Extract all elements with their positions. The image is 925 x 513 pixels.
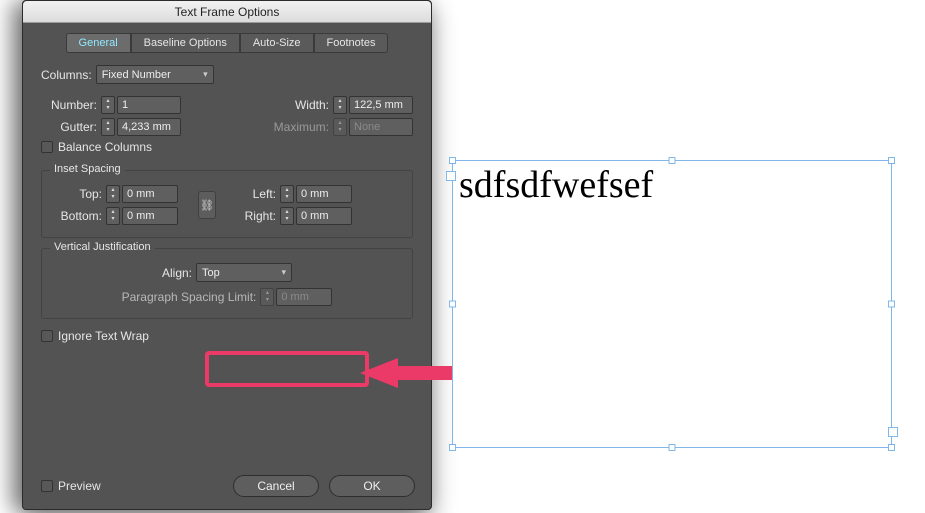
gutter-stepper[interactable]: ▴▾ bbox=[101, 118, 115, 136]
annotation-highlight bbox=[205, 351, 369, 387]
inset-bottom-field[interactable] bbox=[122, 207, 178, 225]
para-limit-field bbox=[276, 288, 332, 306]
align-label: Align: bbox=[162, 266, 192, 280]
preview-label: Preview bbox=[58, 479, 101, 493]
gutter-label: Gutter: bbox=[41, 120, 97, 134]
link-icon[interactable]: ⛓ bbox=[198, 191, 216, 219]
inset-top-stepper[interactable]: ▴▾ bbox=[106, 185, 120, 203]
handle-top-center[interactable] bbox=[669, 157, 676, 164]
inset-bottom-label: Bottom: bbox=[54, 209, 102, 223]
in-port-icon[interactable] bbox=[446, 171, 456, 181]
vertical-justification-group: Vertical Justification Align: Top ▾ Para… bbox=[41, 248, 413, 319]
inset-right-field[interactable] bbox=[296, 207, 352, 225]
text-frame[interactable]: sdfsdfwefsef bbox=[452, 160, 892, 448]
inset-right-label: Right: bbox=[236, 209, 276, 223]
inset-left-stepper[interactable]: ▴▾ bbox=[280, 185, 294, 203]
align-value: Top bbox=[202, 267, 220, 279]
tab-general[interactable]: General bbox=[66, 33, 131, 53]
balance-columns-label: Balance Columns bbox=[58, 140, 152, 154]
chevron-down-icon: ▾ bbox=[281, 267, 286, 278]
handle-bottom-center[interactable] bbox=[669, 444, 676, 451]
width-label: Width: bbox=[277, 98, 329, 112]
columns-mode-select[interactable]: Fixed Number ▾ bbox=[96, 65, 214, 84]
dialog-title: Text Frame Options bbox=[23, 1, 431, 23]
inset-spacing-group: Inset Spacing Top: ▴▾ Bottom: ▴▾ ⛓ bbox=[41, 170, 413, 238]
maximum-label: Maximum: bbox=[257, 120, 329, 134]
maximum-field bbox=[349, 118, 413, 136]
number-field[interactable] bbox=[117, 96, 181, 114]
inset-left-field[interactable] bbox=[296, 185, 352, 203]
handle-top-right[interactable] bbox=[888, 157, 895, 164]
handle-mid-left[interactable] bbox=[449, 301, 456, 308]
number-label: Number: bbox=[41, 98, 97, 112]
para-limit-label: Paragraph Spacing Limit: bbox=[122, 290, 257, 304]
handle-mid-right[interactable] bbox=[888, 301, 895, 308]
vjust-legend: Vertical Justification bbox=[50, 241, 155, 253]
chevron-down-icon: ▾ bbox=[203, 69, 208, 80]
inset-bottom-stepper[interactable]: ▴▾ bbox=[106, 207, 120, 225]
handle-top-left[interactable] bbox=[449, 157, 456, 164]
tab-auto-size[interactable]: Auto-Size bbox=[240, 33, 314, 53]
ignore-text-wrap-checkbox[interactable] bbox=[41, 330, 53, 342]
handle-bottom-left[interactable] bbox=[449, 444, 456, 451]
width-field[interactable] bbox=[349, 96, 413, 114]
align-select[interactable]: Top ▾ bbox=[196, 263, 292, 282]
preview-row: Preview bbox=[41, 479, 105, 493]
ignore-text-wrap-label: Ignore Text Wrap bbox=[58, 329, 149, 343]
ok-button[interactable]: OK bbox=[329, 475, 415, 497]
balance-columns-checkbox[interactable] bbox=[41, 141, 53, 153]
inset-right-stepper[interactable]: ▴▾ bbox=[280, 207, 294, 225]
tab-bar: General Baseline Options Auto-Size Footn… bbox=[23, 33, 431, 53]
inset-legend: Inset Spacing bbox=[50, 163, 125, 175]
text-frame-options-dialog: Text Frame Options General Baseline Opti… bbox=[22, 0, 432, 510]
preview-checkbox[interactable] bbox=[41, 480, 53, 492]
text-frame-content[interactable]: sdfsdfwefsef bbox=[453, 161, 891, 209]
inset-top-field[interactable] bbox=[122, 185, 178, 203]
tab-footnotes[interactable]: Footnotes bbox=[314, 33, 389, 53]
columns-mode-value: Fixed Number bbox=[102, 69, 171, 81]
inset-top-label: Top: bbox=[54, 187, 102, 201]
maximum-stepper: ▴▾ bbox=[333, 118, 347, 136]
inset-left-label: Left: bbox=[236, 187, 276, 201]
out-port-icon[interactable] bbox=[888, 427, 898, 437]
gutter-field[interactable] bbox=[117, 118, 181, 136]
cancel-button[interactable]: Cancel bbox=[233, 475, 319, 497]
tab-baseline-options[interactable]: Baseline Options bbox=[131, 33, 240, 53]
columns-label: Columns: bbox=[41, 68, 92, 82]
number-stepper[interactable]: ▴▾ bbox=[101, 96, 115, 114]
width-stepper[interactable]: ▴▾ bbox=[333, 96, 347, 114]
para-limit-stepper: ▴▾ bbox=[260, 288, 274, 306]
handle-bottom-right[interactable] bbox=[888, 444, 895, 451]
